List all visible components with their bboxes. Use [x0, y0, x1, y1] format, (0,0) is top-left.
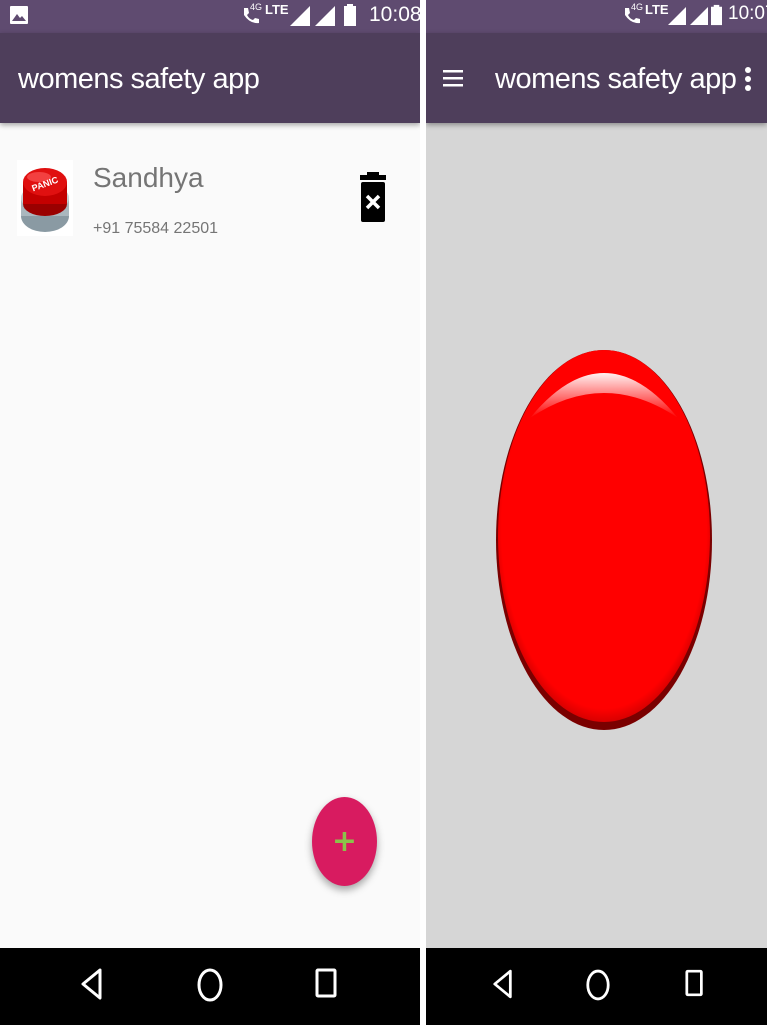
app-title: womens safety app — [495, 63, 737, 95]
app-bar: womens safety app — [0, 33, 420, 123]
panic-button[interactable] — [494, 348, 714, 733]
contact-name: Sandhya — [93, 162, 204, 193]
network-gen-label: 4G — [250, 2, 263, 12]
image-icon — [10, 6, 28, 24]
app-bar: womens safety app — [426, 33, 767, 123]
battery-icon — [344, 4, 356, 26]
delete-icon[interactable] — [356, 172, 390, 224]
recents-icon[interactable] — [685, 968, 705, 998]
home-icon[interactable] — [196, 968, 224, 1002]
contacts-screen: 4G LTE 10:08 womens safety app PANIC San… — [0, 0, 420, 1025]
add-contact-button[interactable]: + — [312, 797, 377, 886]
home-icon[interactable] — [585, 968, 611, 1002]
status-bar: 4G LTE 10:07 — [426, 0, 767, 33]
status-time: 10:07 — [728, 3, 767, 24]
battery-icon — [711, 4, 722, 26]
menu-icon[interactable] — [443, 68, 463, 88]
contact-phone: +91 75584 22501 — [93, 220, 219, 237]
plus-icon: + — [331, 824, 358, 859]
contact-list-item[interactable]: PANIC Sandhya +91 75584 22501 — [0, 150, 420, 250]
network-type-label: LTE — [265, 2, 289, 17]
signal-icon — [690, 7, 708, 25]
signal-icon — [315, 6, 335, 26]
signal-icon — [290, 6, 310, 26]
network-gen-label: 4G — [631, 2, 644, 12]
system-nav-bar — [0, 948, 420, 1025]
back-icon[interactable] — [80, 968, 104, 1000]
more-vert-icon[interactable] — [744, 66, 752, 92]
recents-icon[interactable] — [315, 968, 337, 998]
app-title: womens safety app — [18, 63, 260, 95]
status-time: 10:08 — [369, 3, 420, 26]
system-nav-bar — [426, 948, 767, 1025]
status-bar: 4G LTE 10:08 — [0, 0, 420, 33]
network-type-label: LTE — [645, 2, 669, 17]
panic-button-avatar: PANIC — [17, 160, 73, 236]
back-icon[interactable] — [492, 968, 514, 1000]
signal-icon — [668, 7, 686, 25]
